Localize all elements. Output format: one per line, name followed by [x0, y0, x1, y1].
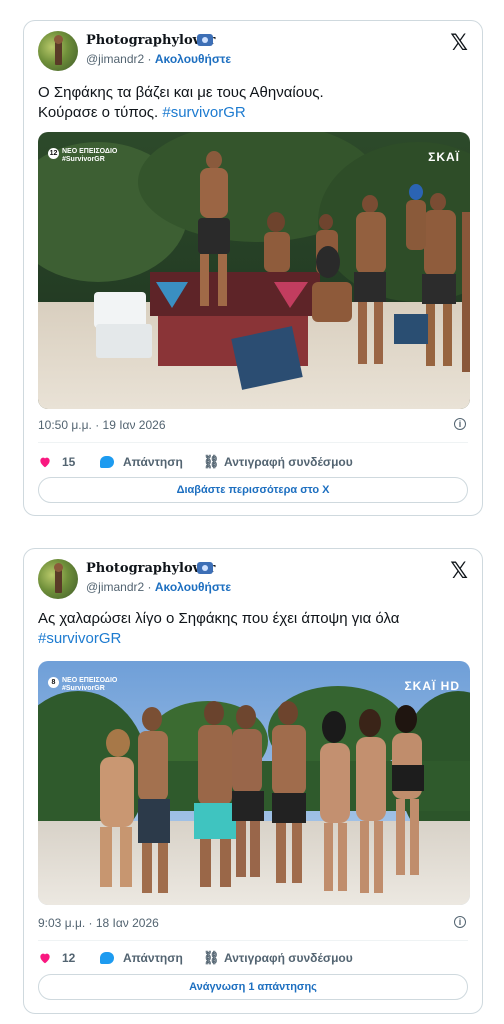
reply-button[interactable]: Απάντηση: [100, 947, 183, 969]
link-icon: ⛓: [203, 454, 220, 469]
heart-icon: [40, 457, 50, 468]
follow-button[interactable]: Ακολουθήστε: [155, 580, 231, 594]
handle[interactable]: @jimandr2: [86, 52, 144, 66]
tweet-text-line: Ας χαλαρώσει λίγο ο Σηφάκης που έχει άπο…: [38, 610, 400, 627]
episode-number-badge: 8: [48, 677, 59, 688]
timestamp[interactable]: 10:50 μ.μ. · 19 Ιαν 2026: [38, 418, 166, 432]
channel-logo: ΣΚΑΪ: [428, 150, 460, 164]
like-button[interactable]: 12: [38, 947, 75, 969]
x-logo-icon[interactable]: 𝕏: [450, 31, 468, 56]
episode-tag-line: ΝΕΟ ΕΠΕΙΣΟΔΙΟ: [62, 677, 118, 684]
handle[interactable]: @jimandr2: [86, 580, 144, 594]
reply-bubble-icon: [100, 952, 114, 964]
avatar[interactable]: [38, 559, 78, 599]
episode-tag: ΝΕΟ ΕΠΕΙΣΟΔΙΟ #SurvivorGR: [62, 148, 117, 164]
handle-row: @jimandr2 · Ακολουθήστε: [86, 580, 231, 594]
episode-tag-line: #SurvivorGR: [62, 156, 105, 163]
tweet-media-image[interactable]: 12 ΝΕΟ ΕΠΕΙΣΟΔΙΟ #SurvivorGR ΣΚΑΪ: [38, 132, 470, 409]
separator: ·: [144, 52, 155, 66]
episode-tag-line: ΝΕΟ ΕΠΕΙΣΟΔΙΟ: [62, 148, 118, 155]
tweet-media-image[interactable]: 8 ΝΕΟ ΕΠΕΙΣΟΔΙΟ #SurvivorGR ΣΚΑΪ HD: [38, 661, 470, 905]
hashtag-link[interactable]: #survivorGR: [162, 104, 245, 121]
info-icon[interactable]: i: [454, 418, 466, 430]
like-count: 15: [62, 455, 76, 469]
tweet-text-line: Κούρασε ο τύπος.: [38, 104, 163, 121]
beach-group-image: [38, 661, 470, 905]
beach-scene-image: [38, 132, 470, 409]
timestamp[interactable]: 9:03 μ.μ. · 18 Ιαν 2026: [38, 916, 159, 930]
handle-row: @jimandr2 · Ακολουθήστε: [86, 52, 231, 66]
like-count: 12: [62, 951, 76, 965]
tweet-card[interactable]: Photographylover @jimandr2 · Ακολουθήστε…: [23, 20, 483, 516]
heart-icon: [40, 953, 50, 964]
camera-emoji-icon: [197, 562, 213, 574]
like-button[interactable]: 15: [38, 451, 75, 473]
link-icon: ⛓: [203, 950, 220, 965]
tweet-text: Ο Σηφάκης τα βάζει και με τους Αθηναίους…: [38, 83, 468, 123]
display-name[interactable]: Photographylover: [86, 33, 215, 48]
read-replies-button[interactable]: Ανάγνωση 1 απάντησης: [38, 974, 468, 1000]
avatar[interactable]: [38, 31, 78, 71]
reply-button[interactable]: Απάντηση: [100, 451, 183, 473]
reply-label: Απάντηση: [123, 455, 183, 469]
divider: [38, 442, 468, 443]
episode-tag-line: #SurvivorGR: [62, 685, 105, 692]
copy-link-label: Αντιγραφή συνδέσμου: [224, 455, 353, 469]
reply-label: Απάντηση: [123, 951, 183, 965]
action-bar: 15 Απάντηση ⛓ Αντιγραφή συνδέσμου: [38, 451, 468, 473]
camera-emoji-icon: [197, 34, 213, 46]
action-bar: 12 Απάντηση ⛓ Αντιγραφή συνδέσμου: [38, 947, 468, 969]
episode-tag: ΝΕΟ ΕΠΕΙΣΟΔΙΟ #SurvivorGR: [62, 677, 117, 693]
x-logo-icon[interactable]: 𝕏: [450, 559, 468, 584]
read-more-button[interactable]: Διαβάστε περισσότερα στο X: [38, 477, 468, 503]
reply-bubble-icon: [100, 456, 114, 468]
copy-link-label: Αντιγραφή συνδέσμου: [224, 951, 353, 965]
follow-button[interactable]: Ακολουθήστε: [155, 52, 231, 66]
copy-link-button[interactable]: ⛓ Αντιγραφή συνδέσμου: [203, 947, 353, 969]
display-name[interactable]: Photographylover: [86, 561, 215, 576]
tweet-card[interactable]: Photographylover @jimandr2 · Ακολουθήστε…: [23, 548, 483, 1014]
separator: ·: [144, 580, 155, 594]
tweet-text: Ας χαλαρώσει λίγο ο Σηφάκης που έχει άπο…: [38, 609, 468, 649]
episode-number-badge: 12: [48, 148, 59, 159]
divider: [38, 940, 468, 941]
copy-link-button[interactable]: ⛓ Αντιγραφή συνδέσμου: [203, 451, 353, 473]
hashtag-link[interactable]: #survivorGR: [38, 630, 121, 647]
channel-logo: ΣΚΑΪ HD: [404, 679, 460, 693]
tweet-text-line: Ο Σηφάκης τα βάζει και με τους Αθηναίους…: [38, 84, 324, 101]
info-icon[interactable]: i: [454, 916, 466, 928]
